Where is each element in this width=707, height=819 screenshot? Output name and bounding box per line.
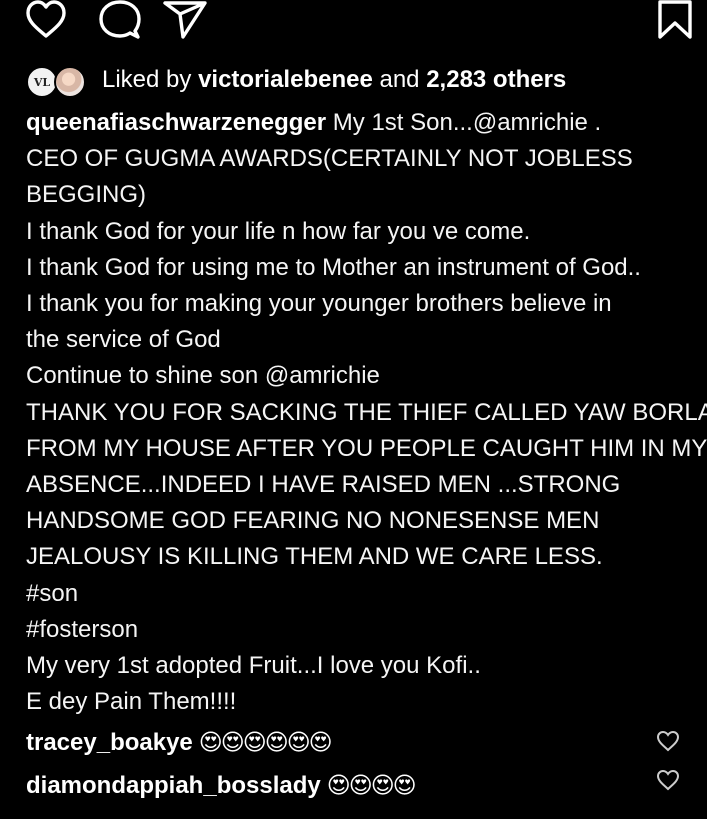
comment-text: 😍😍😍😍 — [326, 772, 417, 798]
comment-icon[interactable] — [98, 0, 142, 42]
caption-line: THANK YOU FOR SACKING THE THIEF CALLED Y… — [26, 398, 707, 426]
caption-line: I thank God for using me to Mother an in… — [26, 253, 641, 281]
comment-text: 😍😍😍😍😍😍 — [198, 729, 333, 755]
caption-text: My 1st Son...@amrichie . — [326, 109, 602, 136]
caption-line: BEGGING) — [26, 181, 147, 209]
liked-by-user[interactable]: victorialebenee — [198, 66, 373, 93]
caption-line: ABSENCE...INDEED I HAVE RAISED MEN ...ST… — [26, 471, 621, 499]
caption-line: JEALOUSY IS KILLING THEM AND WE CARE LES… — [26, 543, 603, 571]
liker-avatars: VL — [26, 62, 88, 98]
comment-like-icon[interactable] — [656, 769, 680, 791]
bookmark-icon[interactable] — [657, 0, 693, 40]
liked-by-row[interactable]: VL Liked by victorialebenee and 2,283 ot… — [26, 62, 566, 98]
caption-username[interactable]: queenafiaschwarzenegger — [26, 109, 326, 136]
liked-by-and: and — [372, 66, 427, 93]
comment-username[interactable]: tracey_boakye — [26, 729, 193, 756]
caption-line: FROM MY HOUSE AFTER YOU PEOPLE CAUGHT HI… — [26, 434, 707, 462]
comment-row: tracey_boakye 😍😍😍😍😍😍 — [26, 724, 696, 760]
caption-line: E dey Pain Them!!!! — [26, 688, 237, 716]
caption-line: I thank you for making your younger brot… — [26, 290, 612, 318]
post-caption: queenafiaschwarzenegger My 1st Son...@am… — [26, 105, 707, 720]
caption-hashtag[interactable]: #fosterson — [26, 612, 696, 648]
share-icon[interactable] — [162, 0, 208, 40]
comment-like-icon[interactable] — [656, 730, 680, 752]
caption-line: CEO OF GUGMA AWARDS(CERTAINLY NOT JOBLES… — [26, 145, 633, 173]
caption-line: Continue to shine son @amrichie — [26, 362, 380, 390]
caption-line: the service of God — [26, 326, 221, 354]
caption-hashtag[interactable]: #son — [26, 576, 696, 612]
caption-first-line: queenafiaschwarzenegger My 1st Son...@am… — [26, 105, 696, 141]
caption-line: I thank God for your life n how far you … — [26, 217, 531, 245]
comment-row: diamondappiah_bosslady 😍😍😍😍 — [26, 767, 696, 803]
liked-by-count[interactable]: 2,283 others — [426, 66, 566, 93]
caption-line: My very 1st adopted Fruit...I love you K… — [26, 652, 481, 680]
caption-line: HANDSOME GOD FEARING NO NONESENSE MEN — [26, 507, 600, 535]
comment-username[interactable]: diamondappiah_bosslady — [26, 772, 321, 799]
liked-by-prefix: Liked by — [102, 66, 199, 93]
avatar — [54, 66, 86, 98]
liked-by-text: Liked by victorialebenee and 2,283 other… — [102, 66, 566, 94]
action-bar — [0, 0, 707, 44]
heart-outline-icon[interactable] — [24, 0, 68, 40]
